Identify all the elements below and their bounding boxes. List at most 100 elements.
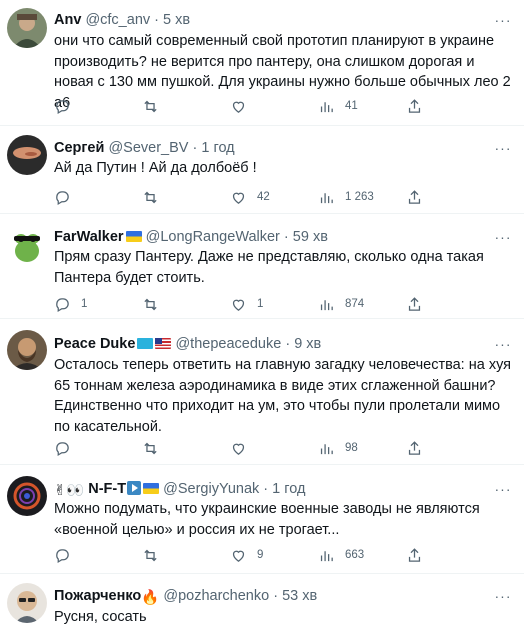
retweet-icon — [142, 547, 159, 564]
display-name[interactable]: FarWalker — [54, 229, 124, 245]
kazakhstan-flag-icon — [137, 338, 154, 349]
display-name[interactable]: Peace Duke — [54, 336, 135, 352]
more-options-icon[interactable]: ··· — [494, 589, 512, 608]
tweet[interactable]: Сергей @Sever_BV · 1 год ··· Ай да Путин… — [0, 127, 524, 214]
like-button[interactable] — [230, 439, 257, 457]
separator-dot: · — [263, 481, 269, 497]
retweet-icon — [142, 296, 159, 313]
avatar[interactable] — [7, 225, 47, 265]
retweet-button[interactable] — [142, 546, 169, 564]
display-name[interactable]: Пожарченко — [54, 588, 141, 604]
separator-dot: · — [283, 229, 289, 245]
view-count: 41 — [345, 100, 358, 112]
like-button[interactable] — [230, 97, 257, 115]
views-icon — [318, 440, 335, 457]
user-handle[interactable]: @LongRangeWalker — [146, 229, 280, 245]
like-count: 42 — [257, 191, 270, 203]
retweet-button[interactable] — [142, 188, 169, 206]
reply-icon — [54, 440, 71, 457]
separator-dot: · — [285, 336, 291, 352]
display-name[interactable]: Сергей — [54, 140, 104, 156]
timestamp[interactable]: 1 год — [272, 481, 305, 497]
reply-feed: Anv @cfc_anv · 5 хв ··· они что самый со… — [0, 0, 524, 627]
reply-button[interactable] — [54, 188, 81, 206]
avatar[interactable] — [7, 583, 47, 623]
share-button[interactable] — [406, 97, 423, 115]
reply-button[interactable] — [54, 546, 81, 564]
like-button[interactable]: 9 — [230, 546, 263, 564]
more-options-icon[interactable]: ··· — [494, 337, 512, 356]
timestamp[interactable]: 9 хв — [294, 336, 321, 352]
view-count: 98 — [345, 442, 358, 454]
view-count: 663 — [345, 549, 365, 561]
views-button[interactable]: 98 — [318, 439, 358, 457]
reply-button[interactable] — [54, 439, 81, 457]
action-bar: 41 — [54, 97, 512, 115]
reply-button[interactable]: 1 — [54, 295, 87, 313]
user-handle[interactable]: @SergiyYunak — [163, 481, 259, 497]
user-handle[interactable]: @Sever_BV — [108, 140, 188, 156]
views-button[interactable]: 1 263 — [318, 188, 374, 206]
like-button[interactable]: 1 — [230, 295, 263, 313]
views-icon — [318, 189, 335, 206]
avatar[interactable] — [7, 476, 47, 516]
tweet-text: Можно подумать, что украинские военные з… — [54, 501, 480, 538]
view-count: 1 263 — [345, 191, 374, 203]
heart-icon — [230, 189, 247, 206]
share-button[interactable] — [406, 546, 423, 564]
tweet-header: Пожарченко🔥 @pozharchenko · 53 хв — [54, 587, 490, 607]
avatar[interactable] — [7, 135, 47, 175]
separator-dot: · — [154, 12, 160, 28]
share-icon — [406, 98, 423, 115]
tweet[interactable]: Peace Duke @thepeaceduke · 9 хв ··· Оста… — [0, 320, 524, 465]
reply-button[interactable] — [54, 97, 81, 115]
reply-icon — [54, 547, 71, 564]
views-icon — [318, 296, 335, 313]
share-icon — [406, 547, 423, 564]
reply-icon — [54, 296, 71, 313]
tweet-text: Ай да Путин ! Ай да долбоёб ! — [54, 160, 257, 176]
share-button[interactable] — [406, 188, 423, 206]
views-button[interactable]: 41 — [318, 97, 358, 115]
tweet[interactable]: Anv @cfc_anv · 5 хв ··· они что самый со… — [0, 0, 524, 126]
views-button[interactable]: 663 — [318, 546, 364, 564]
share-button[interactable] — [406, 439, 423, 457]
like-count: 1 — [257, 298, 264, 310]
ukraine-flag-icon — [143, 483, 160, 494]
separator-dot: · — [192, 140, 198, 156]
action-bar: 42 1 263 — [54, 188, 512, 206]
user-handle[interactable]: @pozharchenko — [163, 588, 269, 604]
timestamp[interactable]: 1 год — [201, 140, 234, 156]
tweet[interactable]: FarWalker @LongRangeWalker · 59 хв ··· П… — [0, 215, 524, 319]
retweet-button[interactable] — [142, 97, 169, 115]
views-button[interactable]: 874 — [318, 295, 364, 313]
timestamp[interactable]: 5 хв — [163, 12, 190, 28]
timestamp[interactable]: 59 хв — [293, 229, 328, 245]
retweet-button[interactable] — [142, 439, 169, 457]
tweet-header: ✌👀 N-F-T @SergiyYunak · 1 год — [54, 480, 490, 500]
share-icon — [406, 296, 423, 313]
user-handle[interactable]: @thepeaceduke — [175, 336, 281, 352]
share-button[interactable] — [406, 295, 423, 313]
timestamp[interactable]: 53 хв — [282, 588, 317, 604]
retweet-button[interactable] — [142, 295, 169, 313]
tweet-header: Сергей @Sever_BV · 1 год — [54, 139, 490, 157]
tweet-text: Русня, сосать — [54, 609, 147, 625]
display-name[interactable]: N-F-T — [88, 481, 126, 497]
tweet-text: Прям сразу Пантеру. Даже не представляю,… — [54, 249, 484, 286]
eyes-icon: 👀 — [66, 483, 85, 499]
tweet-header: Anv @cfc_anv · 5 хв — [54, 11, 490, 29]
tweet[interactable]: ✌👀 N-F-T @SergiyYunak · 1 год ··· Можно … — [0, 466, 524, 574]
avatar[interactable] — [7, 8, 47, 48]
display-name[interactable]: Anv — [54, 12, 81, 28]
play-button-icon — [127, 481, 142, 495]
peace-hand-icon: ✌ — [54, 483, 67, 499]
view-count: 874 — [345, 298, 365, 310]
tweet[interactable]: Пожарченко🔥 @pozharchenko · 53 хв ··· Ру… — [0, 575, 524, 627]
views-icon — [318, 547, 335, 564]
like-button[interactable]: 42 — [230, 188, 270, 206]
avatar[interactable] — [7, 330, 47, 370]
reply-count: 1 — [81, 298, 88, 310]
more-options-icon[interactable]: ··· — [494, 13, 512, 32]
user-handle[interactable]: @cfc_anv — [85, 12, 150, 28]
